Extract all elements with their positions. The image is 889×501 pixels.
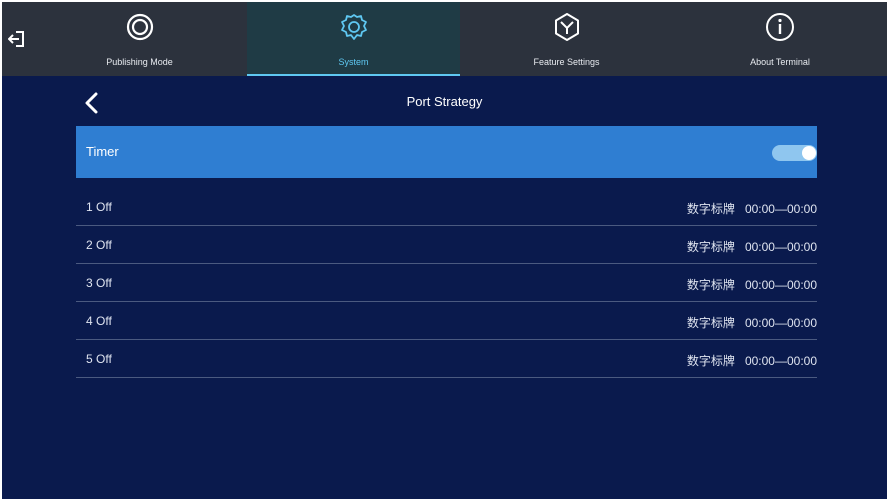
page-title: Port Strategy xyxy=(406,94,483,109)
port-row[interactable]: 3 Off 数字标牌 00:00—00:00 xyxy=(76,264,817,302)
gear-icon xyxy=(340,14,367,40)
device-label: 数字标牌 xyxy=(686,354,735,368)
feature-settings-icon xyxy=(554,13,579,41)
time-range: 00:00—00:00 xyxy=(744,354,817,368)
tab-label: System xyxy=(338,57,369,67)
port-name: 1 Off xyxy=(86,200,112,214)
tab-label: Feature Settings xyxy=(533,57,600,67)
port-schedule: 数字标牌 00:00—00:00 xyxy=(687,276,817,293)
port-name: 2 Off xyxy=(86,238,112,252)
info-icon xyxy=(766,13,794,41)
port-name: 4 Off xyxy=(86,314,112,328)
tab-about-terminal[interactable]: About Terminal xyxy=(673,2,887,76)
time-range: 00:00—00:00 xyxy=(744,316,817,330)
time-range: 00:00—00:00 xyxy=(744,202,817,216)
exit-icon xyxy=(8,31,24,47)
tab-label: Publishing Mode xyxy=(106,57,173,67)
exit-button[interactable] xyxy=(2,2,32,76)
device-label: 数字标牌 xyxy=(686,202,735,216)
port-list: 1 Off 数字标牌 00:00—00:00 2 Off 数字标牌 00:00—00… xyxy=(76,188,817,378)
tab-system[interactable]: System xyxy=(247,2,460,76)
publishing-mode-icon xyxy=(126,13,153,41)
port-name: 3 Off xyxy=(86,276,112,290)
timer-toggle[interactable] xyxy=(772,145,817,161)
tab-label: About Terminal xyxy=(750,57,810,67)
toggle-knob xyxy=(802,146,816,160)
tab-feature-settings[interactable]: Feature Settings xyxy=(460,2,673,76)
top-nav: Publishing Mode System Feature Settings xyxy=(2,2,887,76)
device-label: 数字标牌 xyxy=(686,316,735,330)
port-name: 5 Off xyxy=(86,352,112,366)
device-label: 数字标牌 xyxy=(686,240,735,254)
port-row[interactable]: 2 Off 数字标牌 00:00—00:00 xyxy=(76,226,817,264)
time-range: 00:00—00:00 xyxy=(744,278,817,292)
port-schedule: 数字标牌 00:00—00:00 xyxy=(687,352,817,369)
port-row[interactable]: 5 Off 数字标牌 00:00—00:00 xyxy=(76,340,817,378)
port-schedule: 数字标牌 00:00—00:00 xyxy=(687,314,817,331)
active-tab-indicator xyxy=(247,74,460,76)
port-row[interactable]: 4 Off 数字标牌 00:00—00:00 xyxy=(76,302,817,340)
port-schedule: 数字标牌 00:00—00:00 xyxy=(687,238,817,255)
time-range: 00:00—00:00 xyxy=(744,240,817,254)
device-label: 数字标牌 xyxy=(686,278,735,292)
app-window: Publishing Mode System Feature Settings xyxy=(2,2,887,499)
port-schedule: 数字标牌 00:00—00:00 xyxy=(687,200,817,217)
timer-row: Timer xyxy=(76,126,817,178)
tab-publishing-mode[interactable]: Publishing Mode xyxy=(32,2,247,76)
timer-label: Timer xyxy=(86,144,119,159)
port-row[interactable]: 1 Off 数字标牌 00:00—00:00 xyxy=(76,188,817,226)
